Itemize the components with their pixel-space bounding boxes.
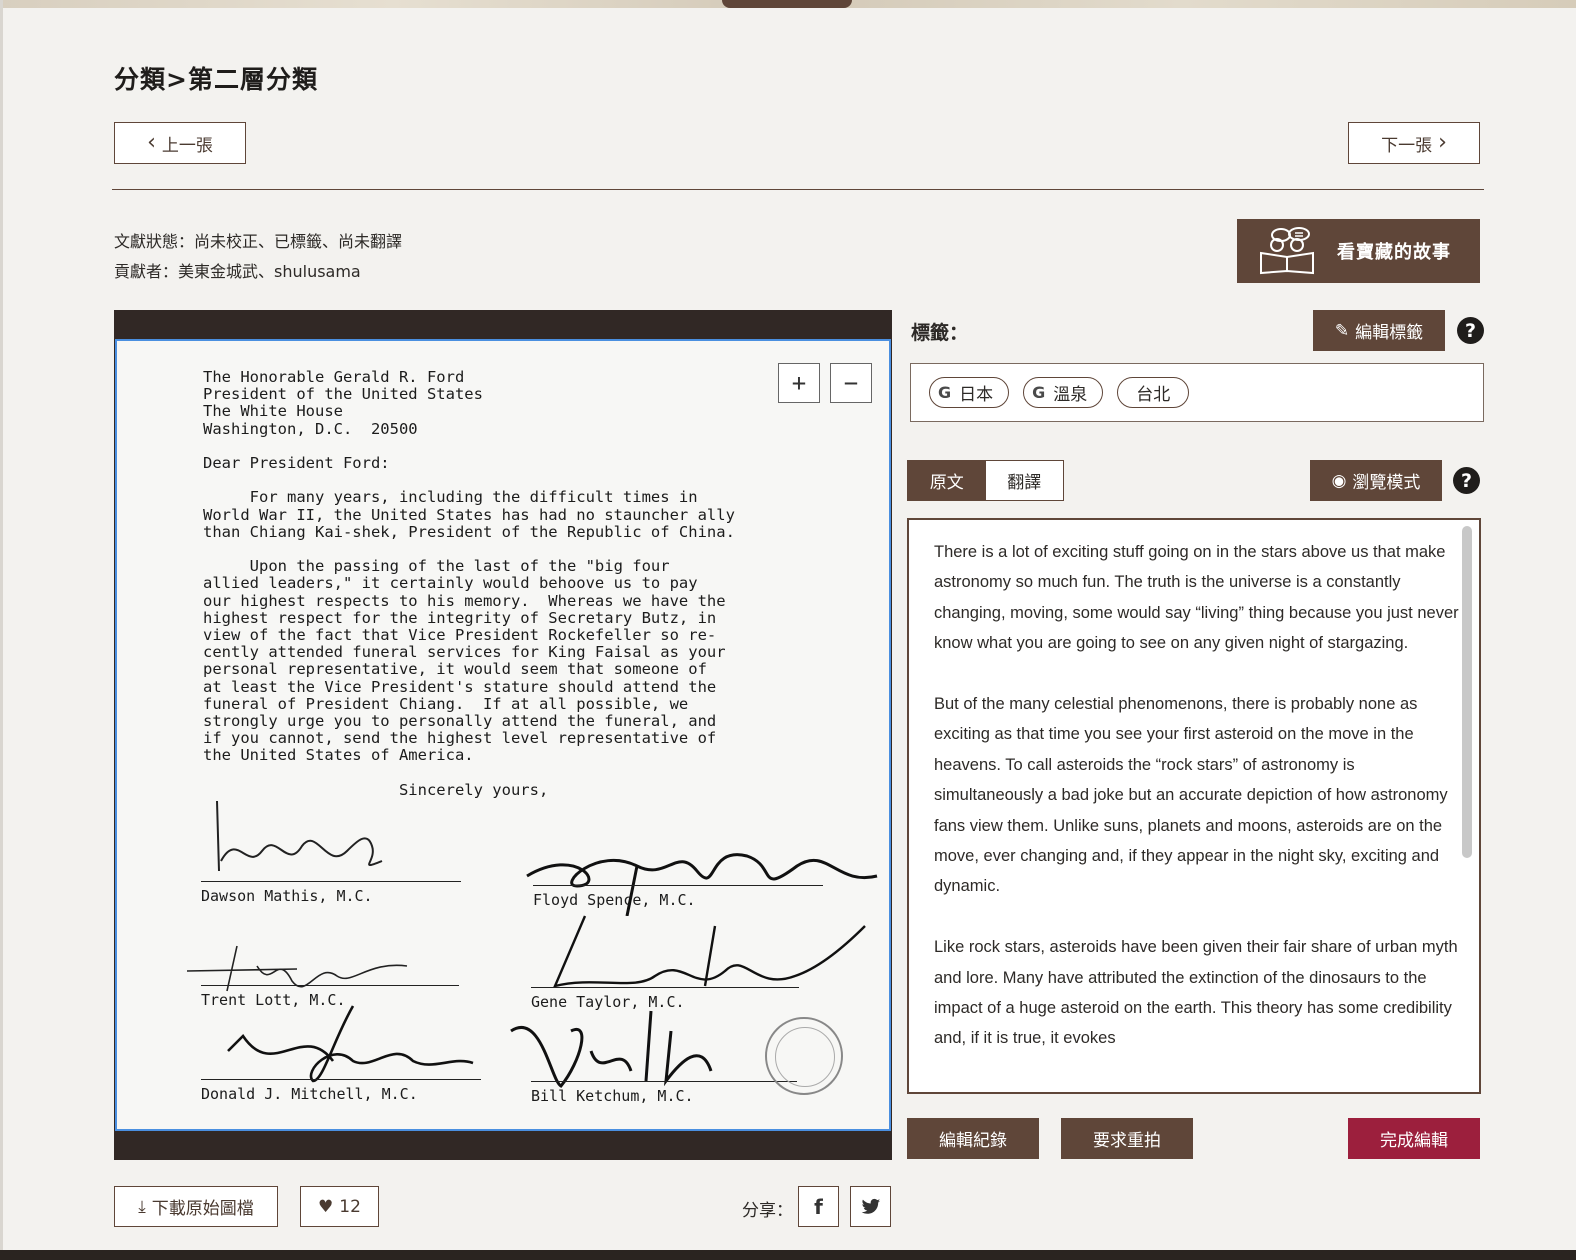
signature-name-5: Donald J. Mitchell, M.C. [201,1079,481,1103]
letter-line: Dear President Ford: [203,454,390,473]
breadcrumb: 分類>第二層分類 [114,65,318,94]
textarea-scrollbar[interactable] [1462,526,1472,858]
divider [112,189,1484,190]
facebook-share-button[interactable]: f [798,1186,839,1227]
letter-text: The Honorable Gerald R. Ford President of… [203,368,735,799]
tags-help-icon[interactable]: ? [1457,317,1484,344]
edit-tags-label: 編輯標籤 [1355,323,1424,343]
document-image[interactable]: The Honorable Gerald R. Ford President of… [115,339,891,1131]
top-notch [722,0,852,8]
download-icon: ⤓ [138,1196,146,1217]
contributors: 貢獻者：美東金城武、shulusama [114,262,361,281]
request-reshoot-button[interactable]: 要求重拍 [1061,1118,1193,1159]
tag-chip[interactable]: 台北 [1117,377,1190,408]
facebook-icon: f [814,1194,823,1219]
top-decoration [0,0,1576,8]
chevron-right-icon: › [1438,130,1447,155]
tags-label: 標籤： [911,322,969,344]
letter-line: personal representative, it would seem t… [203,660,707,679]
tag-label: 日本 [959,385,994,405]
transcription-textarea[interactable]: There is a lot of exciting stuff going o… [907,518,1481,1094]
letter-line: funeral of President Chiang. If at all p… [203,694,689,713]
like-count: 12 [339,1196,361,1217]
like-button[interactable]: ♥ 12 [300,1186,379,1227]
paragraph: There is a lot of exciting stuff going o… [934,543,1459,653]
tag-label: 溫泉 [1053,385,1088,405]
twitter-icon [861,1198,880,1214]
tag-list: G 日本 G 溫泉 台北 [910,363,1484,422]
document-status: 文獻狀態：尚未校正、已標籤、尚未翻譯 [114,232,403,251]
letter-line: strongly urge you to personally attend t… [203,712,717,731]
signature-name-1: Dawson Mathis, M.C. [201,881,461,905]
signature-scrawl-6 [510,1010,713,1088]
letter-line: Washington, D.C. 20500 [203,419,418,438]
letter-line: cently attended funeral services for Kin… [203,643,726,662]
story-label: 看寶藏的故事 [1337,242,1451,263]
share-label: 分享： [742,1201,793,1221]
letter-line: The White House [203,402,343,421]
bottom-decoration [0,1250,1576,1260]
letter-line: than Chiang Kai-shek, President of the R… [203,522,735,541]
heart-icon: ♥ [318,1196,334,1217]
tag-chip[interactable]: G 日本 [929,377,1010,408]
signature-scrawl-5 [227,1005,474,1083]
paragraph: But of the many celestial phenomenons, t… [934,695,1448,896]
pencil-icon: ✎ [1334,320,1350,341]
browse-mode-label: 瀏覽模式 [1352,473,1421,493]
edit-tags-button[interactable]: ✎ 編輯標籤 [1313,310,1445,351]
edit-history-button[interactable]: 編輯紀錄 [907,1118,1039,1159]
transcription-body: There is a lot of exciting stuff going o… [934,537,1459,1084]
twitter-share-button[interactable] [850,1186,891,1227]
letter-line [203,472,735,489]
google-icon: G [1032,383,1046,402]
letter-line: For many years, including the difficult … [203,488,698,507]
story-button[interactable]: 看寶藏的故事 [1237,219,1480,283]
next-button[interactable]: 下一張 › [1348,122,1480,164]
left-border [0,0,3,1260]
image-viewer[interactable]: The Honorable Gerald R. Ford President of… [114,310,892,1160]
library-stamp [765,1017,843,1095]
tab-original[interactable]: 原文 [908,461,986,500]
letter-line: if you cannot, send the highest level re… [203,729,717,748]
finish-edit-button[interactable]: 完成編輯 [1348,1118,1480,1159]
signature-scrawl-1 [216,800,383,872]
letter-line: view of the fact that Vice President Roc… [203,626,717,645]
google-icon: G [938,383,952,402]
tag-chip[interactable]: G 溫泉 [1023,377,1104,408]
download-label: 下載原始圖檔 [151,1199,254,1219]
prev-label: 上一張 [161,135,213,156]
letter-line [203,765,735,782]
letter-line: at least the Vice President's stature sh… [203,677,717,696]
reading-story-icon [1260,227,1314,275]
zoom-in-button[interactable]: + [778,363,820,403]
eye-icon: ◉ [1331,470,1347,491]
letter-line: Upon the passing of the last of the "big… [203,557,670,576]
letter-line: President of the United States [203,385,483,404]
browse-mode-button[interactable]: ◉ 瀏覽模式 [1310,460,1442,501]
text-mode-tabs: 原文 翻譯 [907,460,1064,501]
next-label: 下一張 [1381,135,1433,156]
signature-scrawl-4 [552,915,866,988]
tab-translation[interactable]: 翻譯 [985,461,1063,500]
download-original-button[interactable]: ⤓ 下載原始圖檔 [114,1186,278,1227]
letter-line [203,541,735,558]
chevron-left-icon: ‹ [147,130,156,155]
letter-line: allied leaders," it certainly would beho… [203,574,698,593]
letter-line: the United States of America. [203,746,474,765]
tag-label: 台北 [1136,385,1171,405]
prev-button[interactable]: ‹ 上一張 [114,122,246,164]
paragraph: Like rock stars, asteroids have been giv… [934,938,1458,1048]
signature-name-6: Bill Ketchum, M.C. [531,1081,797,1105]
letter-line: our highest respects to his memory. Wher… [203,591,726,610]
letter-line: highest respect for the integrity of Sec… [203,608,717,627]
letter-line: World War II, the United States has had … [203,505,735,524]
zoom-out-button[interactable]: − [830,363,872,403]
letter-line: The Honorable Gerald R. Ford [203,368,465,386]
text-help-icon[interactable]: ? [1453,467,1480,494]
letter-line [203,438,735,455]
